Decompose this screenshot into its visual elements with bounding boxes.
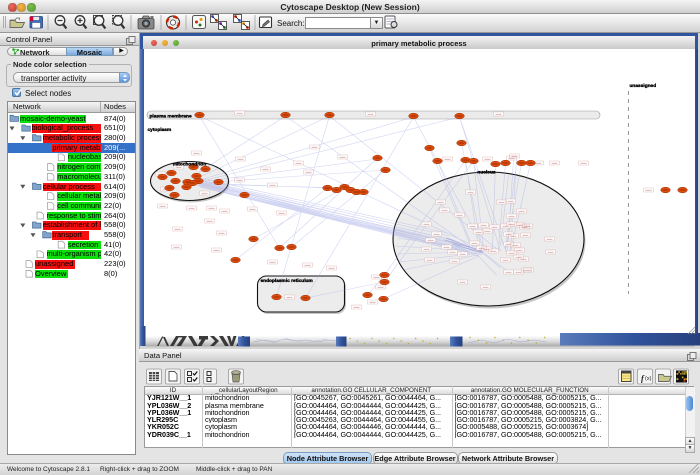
svg-text:plasma membrane: plasma membrane	[149, 113, 191, 119]
svg-text:unassigned: unassigned	[629, 83, 656, 89]
svg-text:(x): (x)	[645, 376, 652, 382]
svg-text:nucleus: nucleus	[477, 170, 495, 176]
svg-text:mitochondrion: mitochondrion	[172, 162, 206, 168]
svg-text:cytoplasm: cytoplasm	[147, 127, 171, 133]
svg-text:endoplasmic reticulum: endoplasmic reticulum	[260, 278, 312, 284]
